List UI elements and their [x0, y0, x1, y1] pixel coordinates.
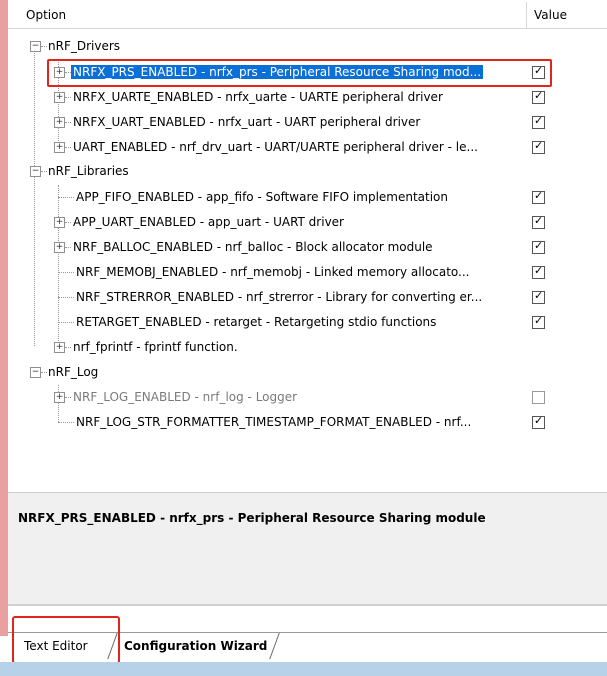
description-panel: NRFX_PRS_ENABLED - nrfx_prs - Peripheral… [8, 492, 607, 605]
tree-line [65, 147, 71, 148]
tree-item-nrf-fprintf[interactable]: + nrf_fprintf - fprintf function. [8, 335, 607, 360]
value-checkbox[interactable]: ✓ [532, 239, 545, 254]
value-checkbox[interactable]: ✓ [532, 189, 545, 204]
expand-icon[interactable]: + [54, 217, 65, 228]
value-checkbox[interactable] [532, 391, 545, 404]
tree-item-nrf-log-enabled[interactable]: + NRF_LOG_ENABLED - nrf_log - Logger [8, 385, 607, 410]
value-checkbox[interactable]: ✓ [532, 114, 545, 129]
tree-item-nrfx-uart-enabled[interactable]: + NRFX_UART_ENABLED - nrfx_uart - UART p… [8, 110, 607, 135]
check-icon: ✓ [534, 114, 544, 127]
collapse-icon[interactable]: − [30, 367, 41, 378]
panel-divider [8, 604, 607, 606]
value-checkbox[interactable]: ✓ [532, 314, 545, 329]
group-label: nRF_Log [48, 365, 99, 379]
collapse-icon[interactable]: − [30, 41, 41, 52]
tree-header: Option Value [8, 0, 607, 29]
tree-line [65, 222, 71, 223]
tree-line [58, 272, 74, 273]
expand-icon[interactable]: + [54, 392, 65, 403]
collapse-icon[interactable]: − [30, 166, 41, 177]
tab-configuration-wizard[interactable]: Configuration Wizard [116, 633, 275, 659]
item-label: APP_FIFO_ENABLED - app_fifo - Software F… [76, 190, 449, 204]
tree-line [65, 397, 71, 398]
tab-highlight-annotation [12, 616, 120, 664]
tree-item-uart-enabled[interactable]: + UART_ENABLED - nrf_drv_uart - UART/UAR… [8, 135, 607, 160]
expand-icon[interactable]: + [54, 342, 65, 353]
item-label: NRF_MEMOBJ_ENABLED - nrf_memobj - Linked… [76, 265, 470, 279]
column-separator[interactable] [526, 2, 527, 28]
tree-line [65, 247, 71, 248]
option-column-header[interactable]: Option [26, 8, 66, 22]
check-icon: ✓ [534, 214, 544, 227]
item-label: NRF_STRERROR_ENABLED - nrf_strerror - Li… [76, 290, 483, 304]
item-label: nrf_fprintf - fprintf function. [73, 340, 238, 354]
group-label: nRF_Drivers [48, 39, 121, 53]
value-checkbox[interactable]: ✓ [532, 414, 545, 429]
tree-line [58, 197, 74, 198]
check-icon: ✓ [534, 89, 544, 102]
tree-line [65, 97, 71, 98]
check-icon: ✓ [534, 414, 544, 427]
tree-line [58, 422, 74, 423]
tree-group-nrf-libraries[interactable]: − nRF_Libraries [8, 159, 607, 184]
check-icon: ✓ [534, 239, 544, 252]
tree-group-nrf-log[interactable]: − nRF_Log [8, 360, 607, 385]
tree-line [41, 171, 47, 172]
item-label: NRF_LOG_STR_FORMATTER_TIMESTAMP_FORMAT_E… [76, 415, 472, 429]
expand-icon[interactable]: + [54, 242, 65, 253]
check-icon: ✓ [534, 189, 544, 202]
value-checkbox[interactable]: ✓ [532, 289, 545, 304]
expand-icon[interactable]: + [54, 92, 65, 103]
tree-line [41, 372, 47, 373]
tree-item-retarget-enabled[interactable]: RETARGET_ENABLED - retarget - Retargetin… [8, 310, 607, 335]
item-label: UART_ENABLED - nrf_drv_uart - UART/UARTE… [73, 140, 478, 154]
value-checkbox[interactable]: ✓ [532, 214, 545, 229]
highlight-annotation [47, 59, 552, 87]
check-icon: ✓ [534, 289, 544, 302]
tree-item-app-fifo-enabled[interactable]: APP_FIFO_ENABLED - app_fifo - Software F… [8, 185, 607, 210]
check-icon: ✓ [534, 139, 544, 152]
tree-line [65, 347, 71, 348]
value-checkbox[interactable]: ✓ [532, 139, 545, 154]
tree-item-nrf-memobj-enabled[interactable]: NRF_MEMOBJ_ENABLED - nrf_memobj - Linked… [8, 260, 607, 285]
configuration-wizard-panel: Option Value − nRF_Drivers + NRFX_PRS_EN… [8, 0, 607, 636]
expand-icon[interactable]: + [54, 117, 65, 128]
tree-item-nrf-balloc-enabled[interactable]: + NRF_BALLOC_ENABLED - nrf_balloc - Bloc… [8, 235, 607, 260]
description-text: NRFX_PRS_ENABLED - nrfx_prs - Peripheral… [18, 511, 486, 525]
expand-icon[interactable]: + [54, 142, 65, 153]
item-label: NRF_BALLOC_ENABLED - nrf_balloc - Block … [73, 240, 433, 254]
tree-group-nrf-drivers[interactable]: − nRF_Drivers [8, 34, 607, 59]
item-label: NRFX_UARTE_ENABLED - nrfx_uarte - UARTE … [73, 90, 443, 104]
status-strip [0, 662, 607, 676]
tree-item-nrf-strerror-enabled[interactable]: NRF_STRERROR_ENABLED - nrf_strerror - Li… [8, 285, 607, 310]
group-label: nRF_Libraries [48, 164, 129, 178]
tree-line [41, 46, 47, 47]
check-icon: ✓ [534, 264, 544, 277]
tree-item-nrfx-uarte-enabled[interactable]: + NRFX_UARTE_ENABLED - nrfx_uarte - UART… [8, 85, 607, 110]
item-label: NRF_LOG_ENABLED - nrf_log - Logger [73, 390, 298, 404]
check-icon: ✓ [534, 314, 544, 327]
item-label: NRFX_UART_ENABLED - nrfx_uart - UART per… [73, 115, 421, 129]
tree-line [58, 297, 74, 298]
tree-item-nrf-log-str-formatter[interactable]: NRF_LOG_STR_FORMATTER_TIMESTAMP_FORMAT_E… [8, 410, 607, 435]
value-checkbox[interactable]: ✓ [532, 89, 545, 104]
item-label: APP_UART_ENABLED - app_uart - UART drive… [73, 215, 344, 229]
value-column-header[interactable]: Value [534, 8, 567, 22]
tree-line [65, 122, 71, 123]
value-checkbox[interactable]: ✓ [532, 264, 545, 279]
tree-line [58, 322, 74, 323]
tree-item-app-uart-enabled[interactable]: + APP_UART_ENABLED - app_uart - UART dri… [8, 210, 607, 235]
item-label: RETARGET_ENABLED - retarget - Retargetin… [76, 315, 437, 329]
option-tree: − nRF_Drivers + NRFX_PRS_ENABLED - nrfx_… [8, 28, 607, 468]
